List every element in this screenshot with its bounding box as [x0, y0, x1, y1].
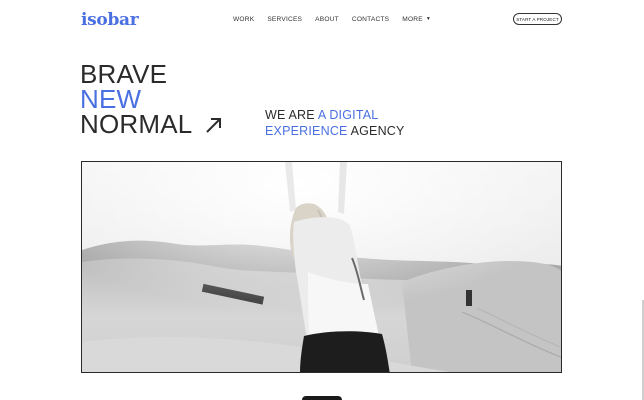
scroll-tab[interactable]: [302, 396, 342, 400]
hero-photo: [82, 162, 561, 372]
headline-line-normal: NORMAL: [80, 109, 193, 139]
main-nav: WORK SERVICES ABOUT CONTACTS MORE ▼: [233, 16, 431, 23]
hero-image: [81, 161, 562, 373]
arrow-up-right-icon[interactable]: [204, 115, 224, 135]
tagline-agency: AGENCY: [347, 123, 405, 138]
nav-work[interactable]: WORK: [233, 16, 254, 23]
tagline-experience: EXPERIENCE: [265, 123, 348, 138]
tagline-line-1: WE ARE A DIGITAL: [265, 108, 405, 124]
nav-more[interactable]: MORE ▼: [402, 16, 431, 23]
isobar-logo[interactable]: isobar: [81, 10, 139, 30]
chevron-down-icon: ▼: [425, 16, 431, 22]
tagline-line-2: EXPERIENCE AGENCY: [265, 124, 405, 140]
nav-contacts[interactable]: CONTACTS: [352, 16, 389, 23]
start-project-button[interactable]: START A PROJECT: [513, 13, 562, 25]
hero-headline: BRAVE NEW NORMAL: [80, 61, 193, 139]
page: isobar WORK SERVICES ABOUT CONTACTS MORE…: [0, 0, 644, 400]
tagline-we-are: WE ARE: [265, 108, 318, 122]
hero-tagline: WE ARE A DIGITAL EXPERIENCE AGENCY: [265, 108, 405, 139]
nav-services[interactable]: SERVICES: [267, 16, 302, 23]
nav-more-label: MORE: [402, 16, 423, 23]
nav-about[interactable]: ABOUT: [315, 16, 339, 23]
tagline-a-digital: A DIGITAL: [317, 108, 379, 122]
